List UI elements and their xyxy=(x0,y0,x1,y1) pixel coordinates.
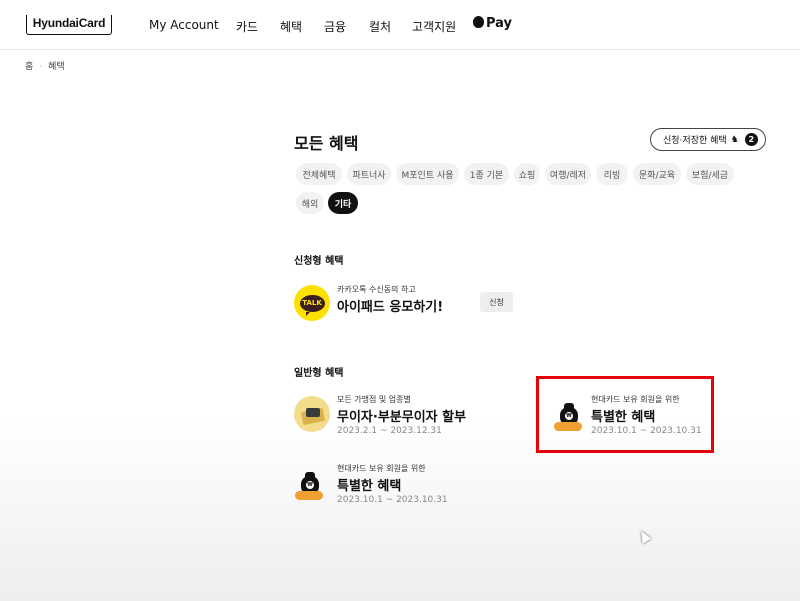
general-benefit-item[interactable]: 모든 가맹점 및 업종별 무이자·부분무이자 할부 2023.2.1 ~ 202… xyxy=(294,394,484,442)
benefit-title: 무이자·부분무이자 할부 xyxy=(337,410,467,425)
pay-label: Pay xyxy=(486,16,513,31)
saved-benefits-label: 신청·저장한 혜택 xyxy=(663,136,727,146)
benefit-subtitle: 현대카드 보유 회원을 위한 xyxy=(337,464,426,473)
apply-benefits-title: 신청형 혜택 xyxy=(294,256,344,267)
top-nav: HyundaiCard My Account 카드 혜택 금융 컬처 고객지원 … xyxy=(0,0,800,50)
highlight-box xyxy=(536,376,714,453)
benefit-title: 특별한 혜택 xyxy=(337,479,402,494)
nav-support[interactable]: 고객지원 xyxy=(412,18,456,35)
chip-shopping[interactable]: 쇼핑 xyxy=(514,163,540,185)
card-shape-dark xyxy=(306,408,320,417)
nav-benefits[interactable]: 혜택 xyxy=(280,18,302,35)
chip-etc-active[interactable]: 기타 xyxy=(328,192,358,214)
saved-benefits-button[interactable]: 신청·저장한 혜택 ♞ 2 xyxy=(650,128,766,151)
apply-benefit-title: 아이패드 응모하기! xyxy=(337,300,444,315)
hand-shape xyxy=(295,491,323,500)
nav-my-account[interactable]: My Account xyxy=(149,18,219,32)
benefit-period: 2023.2.1 ~ 2023.12.31 xyxy=(337,426,442,436)
general-benefit-item[interactable]: ₩ 현대카드 보유 회원을 위한 특별한 혜택 2023.10.1 ~ 2023… xyxy=(292,463,482,511)
apple-icon xyxy=(473,16,484,28)
hyundai-card-logo[interactable]: HyundaiCard xyxy=(26,15,112,35)
bookmark-icon: ♞ xyxy=(730,134,739,145)
chip-basic[interactable]: 1종 기본 xyxy=(464,163,509,185)
chip-insurance[interactable]: 보험/세금 xyxy=(686,163,734,185)
benefit-subtitle: 모든 가맹점 및 업종별 xyxy=(337,395,411,404)
apply-button[interactable]: 신청 xyxy=(480,292,513,312)
page-title: 모든 혜택 xyxy=(294,134,359,153)
chip-mpoint[interactable]: M포인트 사용 xyxy=(396,163,459,185)
nav-finance[interactable]: 금융 xyxy=(324,18,346,35)
nav-apple-pay[interactable]: Pay xyxy=(473,16,512,31)
chip-culture[interactable]: 문화/교육 xyxy=(633,163,681,185)
breadcrumb-current: 혜택 xyxy=(48,62,65,72)
chip-living[interactable]: 리빙 xyxy=(596,163,628,185)
kakao-talk-bubble: TALK xyxy=(299,294,325,316)
breadcrumb-home[interactable]: 홈 xyxy=(25,62,33,72)
won-coin-icon: ₩ xyxy=(306,481,314,489)
apply-benefit-subtitle: 카카오톡 수신동의 하고 xyxy=(337,285,416,294)
nav-culture[interactable]: 컬처 xyxy=(369,18,391,35)
breadcrumb-separator: · xyxy=(39,62,43,72)
mouse-cursor-icon xyxy=(636,528,652,544)
chip-partners[interactable]: 파트너사 xyxy=(347,163,391,185)
apply-benefit-item[interactable]: TALK 카카오톡 수신동의 하고 아이패드 응모하기! 신청 xyxy=(294,284,524,324)
benefit-period: 2023.10.1 ~ 2023.10.31 xyxy=(337,495,448,505)
wallet-card-icon xyxy=(294,396,330,432)
saved-count-badge: 2 xyxy=(744,133,758,146)
chip-all[interactable]: 전체혜택 xyxy=(296,163,342,185)
chip-overseas[interactable]: 해외 xyxy=(296,192,324,214)
breadcrumb: 홈 · 혜택 xyxy=(25,59,65,72)
nav-card[interactable]: 카드 xyxy=(236,18,258,35)
general-benefits-title: 일반형 혜택 xyxy=(294,368,344,379)
kakao-talk-icon: TALK xyxy=(294,285,330,321)
money-bag-icon: ₩ xyxy=(292,467,328,503)
chip-travel[interactable]: 여행/레저 xyxy=(545,163,591,185)
